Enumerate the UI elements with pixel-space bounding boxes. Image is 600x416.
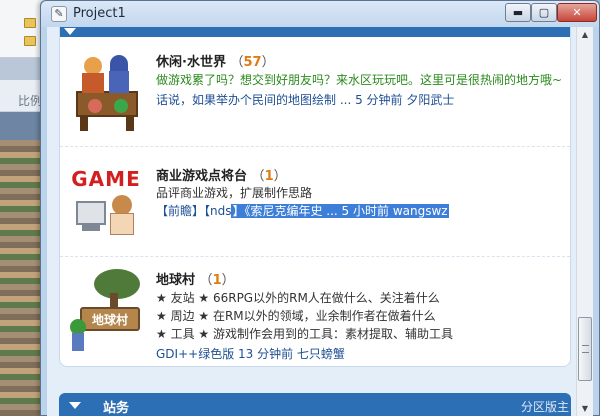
forum-thumbnail-earth-village[interactable]: 地球村 xyxy=(70,269,142,357)
last-post-link[interactable]: 【前瞻】【nds】《索尼克编年史 ... 5 小时前 wangswz xyxy=(156,203,449,219)
thread-count: 57 xyxy=(243,55,262,70)
forum-row: GAME 商业游戏点将台 （1） 品评商业游戏，扩展制作思路 【前瞻】【nds】… xyxy=(60,147,570,257)
folder-icon xyxy=(24,36,36,46)
category-moderators-label: 分区版主 xyxy=(520,400,569,414)
forum-title[interactable]: 休闲·水世界 （57） xyxy=(156,51,275,70)
category-title[interactable]: 站务 xyxy=(103,397,129,416)
paren-open: （ xyxy=(230,55,244,70)
background-window-text: 比例 xyxy=(18,94,43,108)
forum-name[interactable]: 休闲·水世界 xyxy=(156,55,226,70)
paren-open: （ xyxy=(251,169,265,184)
village-sign-text: 地球村 xyxy=(91,313,128,327)
forum-title[interactable]: 地球村 （1） xyxy=(156,269,235,288)
scroll-up-icon[interactable]: ▲ xyxy=(577,27,593,43)
folder-icon xyxy=(24,18,36,28)
category-header[interactable]: 站务 分区版主 xyxy=(59,393,571,416)
paren-close: ） xyxy=(221,273,235,288)
scrollbar-thumb[interactable] xyxy=(578,317,592,381)
forum-description-line: ★ 周边 ★ 在RM以外的领域，业余制作者在做着什么 xyxy=(156,309,436,323)
forum-thumbnail-tavern[interactable] xyxy=(70,47,142,135)
category-header-strip xyxy=(60,27,570,37)
selected-text[interactable]: 】《索尼克编年史 ... 5 小时前 wangswz xyxy=(231,204,449,218)
paren-close: ） xyxy=(273,169,287,184)
title-bar[interactable]: ✎ Project1 ▬ ▢ ✕ xyxy=(41,1,599,27)
forum-description: 做游戏累了吗？想交到好朋友吗？来水区玩玩吧。这里可是很热闹的地方哦~ xyxy=(156,73,563,87)
minimize-button[interactable]: ▬ xyxy=(505,3,531,22)
paren-open: （ xyxy=(199,273,213,288)
maximize-button[interactable]: ▢ xyxy=(531,3,557,22)
last-post-link[interactable]: GDI++绿色版 13 分钟前 七只螃蟹 xyxy=(156,345,345,362)
forum-description-line: ★ 工具 ★ 游戏制作会用到的工具：素材提取、辅助工具 xyxy=(156,327,453,341)
forum-name[interactable]: 地球村 xyxy=(156,273,195,288)
forum-thumbnail-game[interactable]: GAME xyxy=(70,161,142,249)
forum-description-line: ★ 友站 ★ 66RPG以外的RM人在做什么、关注着什么 xyxy=(156,291,440,305)
forum-row: 休闲·水世界 （57） 做游戏累了吗？想交到好朋友吗？来水区玩玩吧。这里可是很热… xyxy=(60,37,570,147)
collapse-arrow-icon[interactable] xyxy=(69,402,81,409)
forum-title[interactable]: 商业游戏点将台 （1） xyxy=(156,165,287,184)
forum-description: 品评商业游戏，扩展制作思路 xyxy=(156,186,313,200)
app-icon: ✎ xyxy=(51,6,67,22)
main-window: ✎ Project1 ▬ ▢ ✕ 休闲·水世界 （57） 做游戏累了吗？想交到好… xyxy=(40,0,600,416)
close-button[interactable]: ✕ xyxy=(557,3,597,22)
forum-list-panel: 休闲·水世界 （57） 做游戏累了吗？想交到好朋友吗？来水区玩玩吧。这里可是很热… xyxy=(59,27,571,367)
forum-row: 地球村 地球村 （1） ★ 友站 ★ 66RPG以外的RM人在做什么、关注着什么… xyxy=(60,257,570,367)
window-title: Project1 xyxy=(73,6,126,21)
thread-count: 1 xyxy=(264,169,274,184)
vertical-scrollbar[interactable]: ▲ ▼ xyxy=(576,27,593,416)
game-logo-text: GAME xyxy=(71,167,141,191)
paren-close: ） xyxy=(261,55,275,70)
forum-name[interactable]: 商业游戏点将台 xyxy=(156,169,247,184)
thread-count: 1 xyxy=(212,273,222,288)
scroll-down-icon[interactable]: ▼ xyxy=(577,401,593,416)
collapse-arrow-icon[interactable] xyxy=(64,28,76,35)
client-area: 休闲·水世界 （57） 做游戏累了吗？想交到好朋友吗？来水区玩玩吧。这里可是很热… xyxy=(47,27,593,416)
last-post-prefix[interactable]: 【前瞻】【nds xyxy=(156,204,231,218)
last-post-link[interactable]: 话说，如果举办个民间的地图绘制 ... 5 分钟前 夕阳武士 xyxy=(156,91,454,108)
